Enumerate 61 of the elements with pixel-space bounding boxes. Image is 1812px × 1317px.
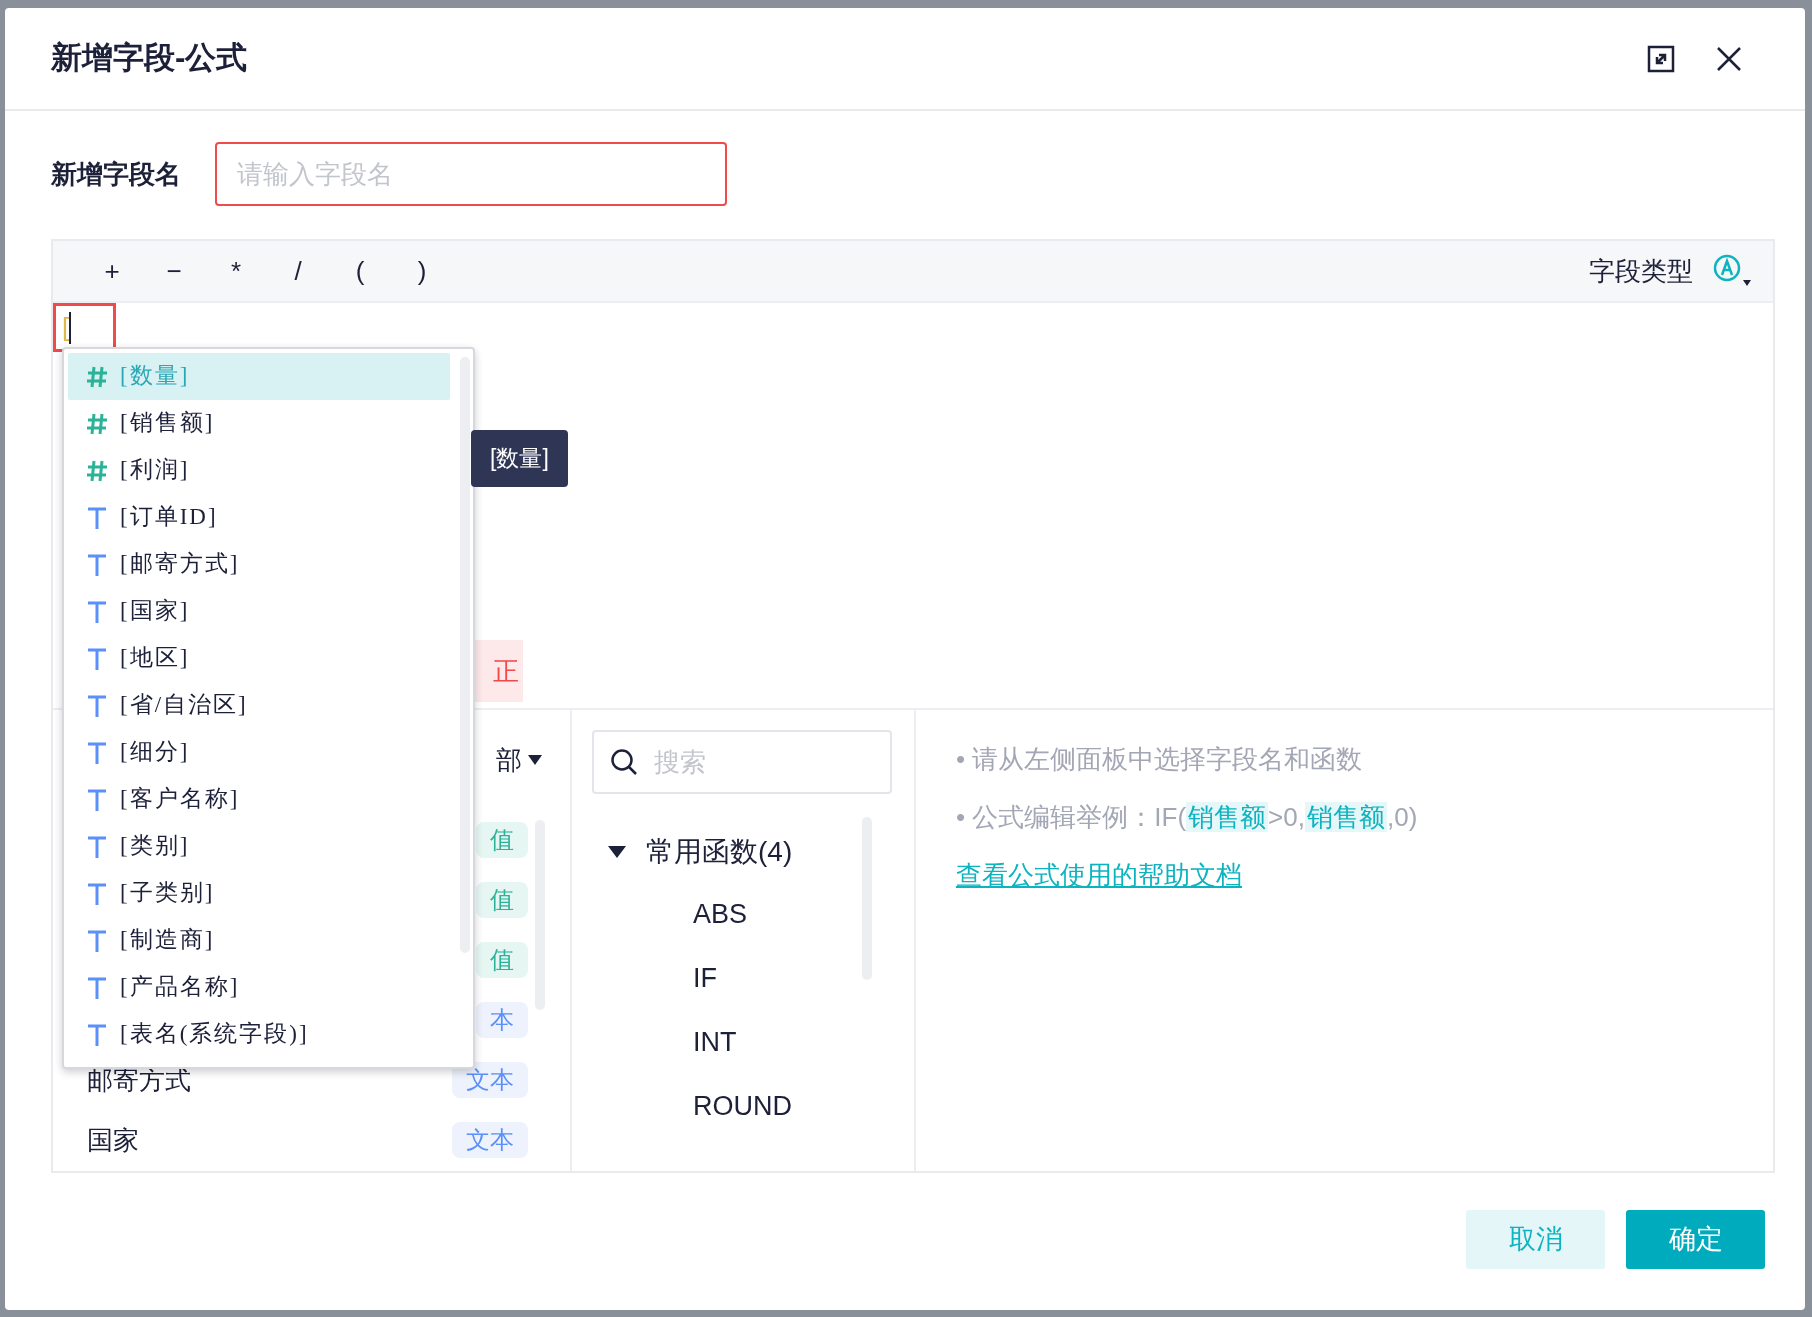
caret-icon[interactable] bbox=[608, 846, 626, 858]
field-name-input[interactable]: 请输入字段名 bbox=[215, 142, 727, 206]
suggestion-item[interactable]: [客户名称] bbox=[68, 776, 450, 823]
text-type-icon bbox=[86, 928, 108, 953]
operator-button[interactable]: ( bbox=[329, 251, 391, 291]
hash-icon bbox=[86, 364, 108, 389]
text-type-icon bbox=[86, 552, 108, 577]
operator-button[interactable]: * bbox=[205, 251, 267, 291]
text-type-icon bbox=[86, 1022, 108, 1047]
text-type-icon bbox=[86, 740, 108, 765]
operator-button[interactable]: / bbox=[267, 251, 329, 291]
help-text: • 公式编辑举例：IF(销售额>0,销售额,0) bbox=[956, 801, 1419, 834]
suggestion-item[interactable]: [子类别] bbox=[68, 870, 450, 917]
filter-label[interactable]: 部 bbox=[496, 740, 522, 780]
operator-button[interactable]: + bbox=[81, 251, 143, 291]
operator-button[interactable]: − bbox=[143, 251, 205, 291]
text-type-icon bbox=[86, 505, 108, 530]
function-search-field[interactable]: 搜索 bbox=[592, 730, 892, 794]
text-type-icon bbox=[86, 693, 108, 718]
function-item[interactable]: ABS bbox=[693, 893, 748, 935]
function-item[interactable]: INT bbox=[693, 1021, 737, 1063]
tooltip: [数量] bbox=[471, 430, 568, 487]
type-tag: 本 bbox=[476, 1002, 528, 1038]
hash-icon bbox=[86, 411, 108, 436]
text-type-icon bbox=[86, 975, 108, 1000]
maximize-icon[interactable] bbox=[1647, 43, 1677, 74]
suggestion-item[interactable]: [省/自治区] bbox=[68, 682, 450, 729]
text-type-icon bbox=[86, 881, 108, 906]
suggestion-item[interactable]: [订单ID] bbox=[68, 494, 450, 541]
suggestion-item[interactable]: [类别] bbox=[68, 823, 450, 870]
type-tag: 值 bbox=[476, 882, 528, 918]
function-item[interactable]: ROUND bbox=[693, 1085, 792, 1127]
field-type-dropdown-icon[interactable] bbox=[1713, 254, 1753, 288]
suggestion-item[interactable]: [销售额] bbox=[68, 400, 450, 447]
hash-icon bbox=[86, 458, 108, 483]
suggestion-item[interactable]: [利润] bbox=[68, 447, 450, 494]
type-tag: 值 bbox=[476, 942, 528, 978]
suggestion-item[interactable]: [国家] bbox=[68, 588, 450, 635]
operator-button[interactable]: ) bbox=[391, 251, 453, 291]
text-type-icon bbox=[86, 834, 108, 859]
field-type-label: 字段类型 bbox=[1589, 254, 1693, 288]
suggestion-item[interactable]: [制造商] bbox=[68, 917, 450, 964]
text-type-icon bbox=[86, 787, 108, 812]
suggestion-item[interactable]: [产品名称] bbox=[68, 964, 450, 1011]
type-tag: 文本 bbox=[452, 1122, 528, 1158]
type-tag: 文本 bbox=[452, 1062, 528, 1098]
field-name-label: 新增字段名 bbox=[51, 157, 182, 191]
suggestion-item[interactable]: [细分] bbox=[68, 729, 450, 776]
suggestion-item[interactable]: [表名(系统字段)] bbox=[68, 1011, 450, 1058]
function-item[interactable]: IF bbox=[693, 957, 717, 999]
function-group[interactable]: 常用函数(4) bbox=[646, 831, 793, 873]
type-tag: 值 bbox=[476, 822, 528, 858]
dialog-title: 新增字段-公式 bbox=[51, 39, 248, 78]
suggestion-item[interactable]: [地区] bbox=[68, 635, 450, 682]
search-icon bbox=[610, 748, 638, 776]
caret-icon bbox=[528, 755, 542, 765]
text-type-icon bbox=[86, 646, 108, 671]
field-name[interactable]: 国家 bbox=[87, 1120, 139, 1160]
help-text: • 请从左侧面板中选择字段名和函数 bbox=[956, 743, 1364, 776]
suggestion-item[interactable]: [邮寄方式] bbox=[68, 541, 450, 588]
text-type-icon bbox=[86, 599, 108, 624]
